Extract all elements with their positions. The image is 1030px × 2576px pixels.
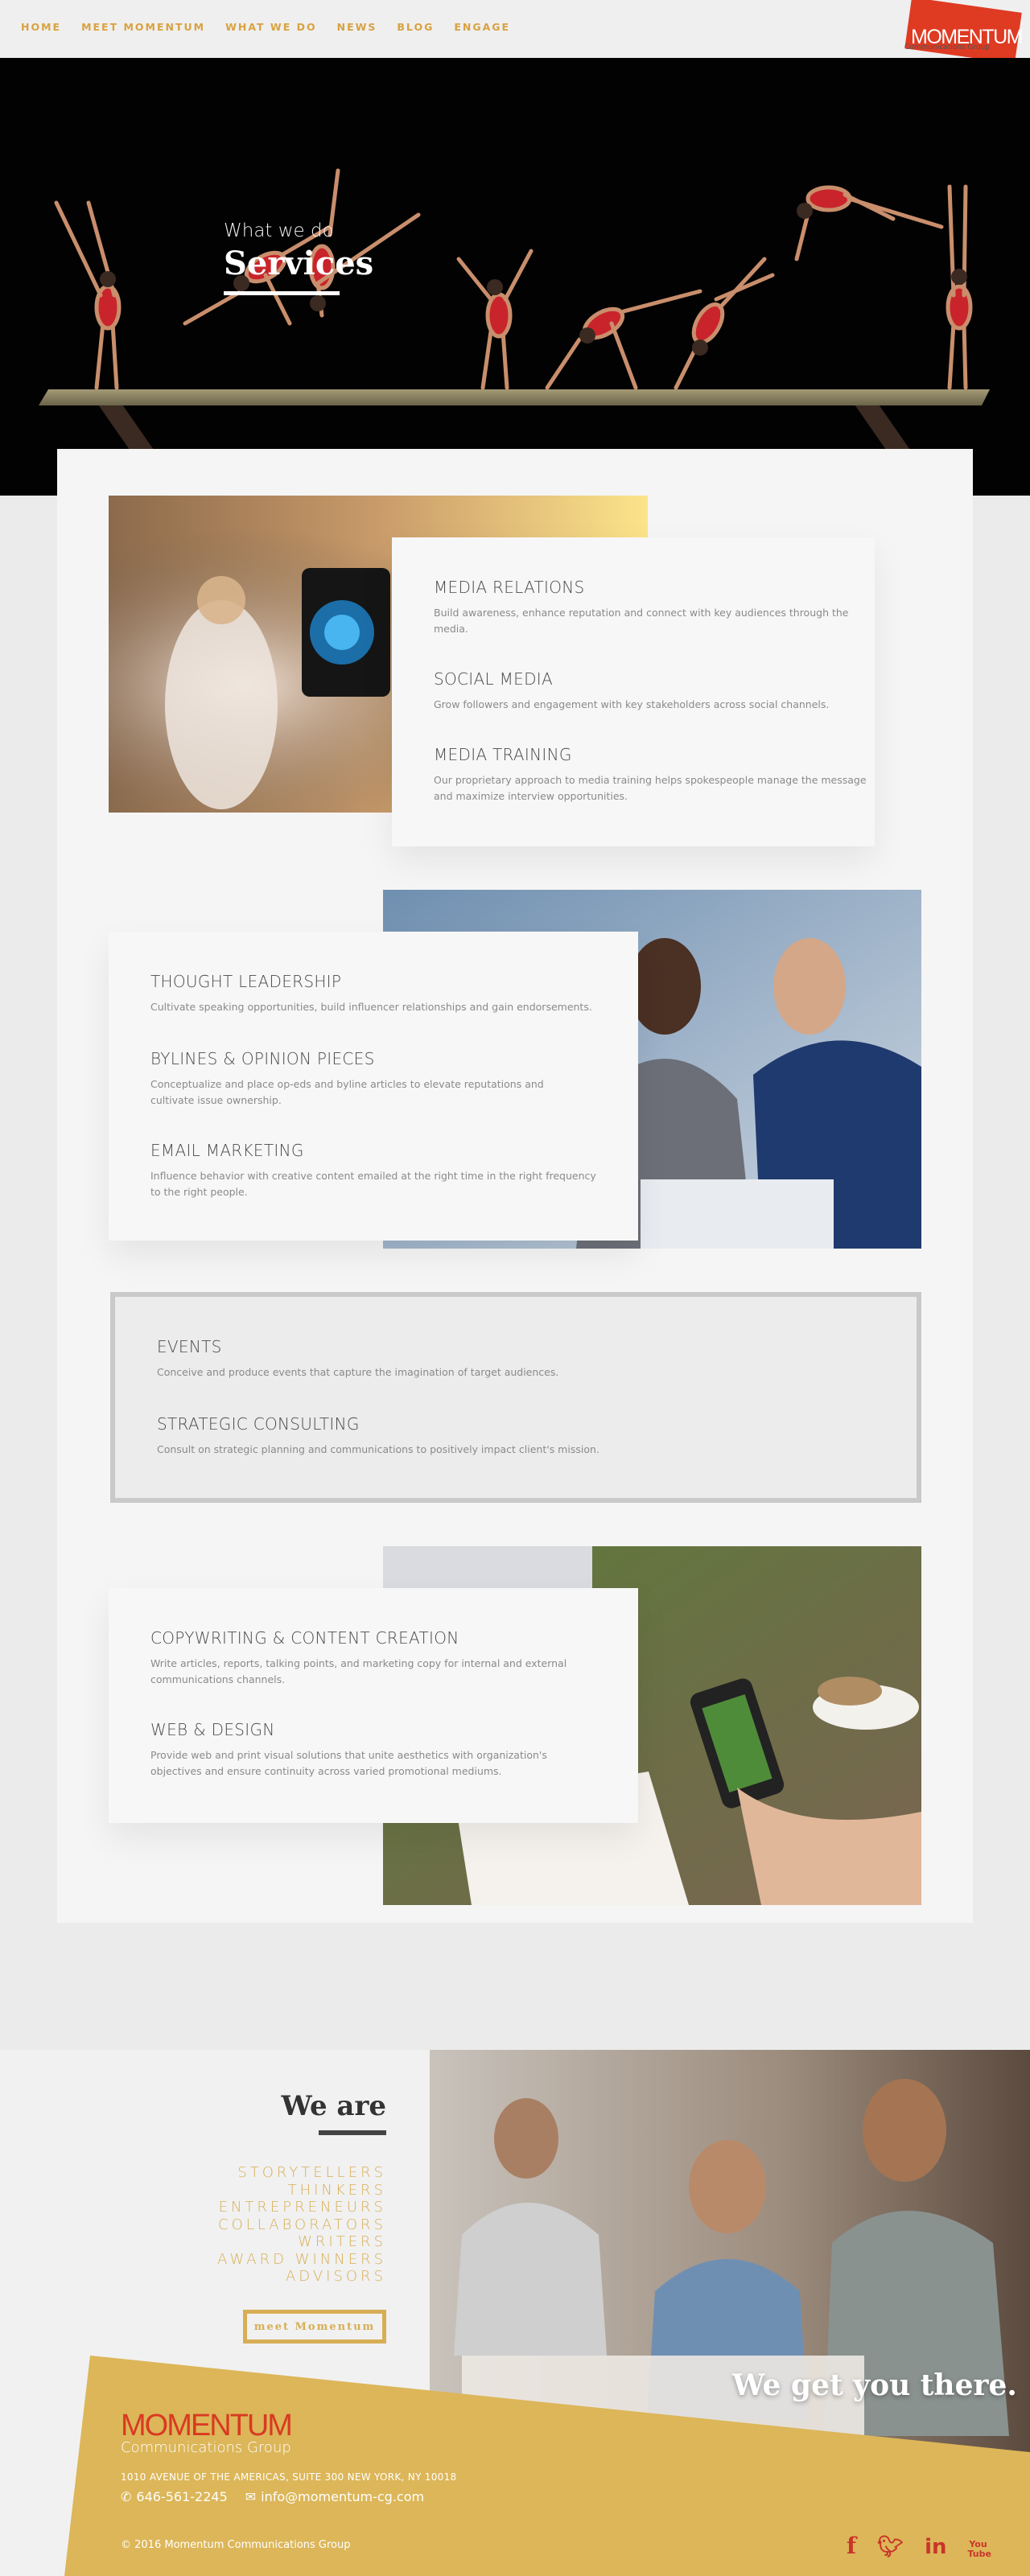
- footer-address: 1010 AVENUE OF THE AMERICAS, SUITE 300 N…: [121, 2471, 457, 2483]
- service-desc: Conceive and produce events that capture…: [157, 1366, 559, 1378]
- services-box-2: THOUGHT LEADERSHIP Cultivate speaking op…: [109, 932, 638, 1241]
- nav-home[interactable]: HOME: [21, 21, 61, 33]
- phone-number: 646-561-2245: [136, 2489, 228, 2504]
- service-desc: Our proprietary approach to media traini…: [434, 774, 867, 802]
- twitter-icon[interactable]: 🐦︎: [877, 2535, 904, 2559]
- nav-blog[interactable]: BLOG: [397, 21, 434, 33]
- service-media-relations: MEDIA RELATIONS Build awareness, enhance…: [434, 578, 868, 637]
- nav-what-we-do[interactable]: WHAT WE DO: [225, 21, 317, 33]
- we-are-item: AWARD WINNERS: [217, 2250, 386, 2268]
- service-desc: Cultivate speaking opportunities, build …: [150, 1001, 592, 1013]
- copyright: © 2016 Momentum Communications Group: [121, 2539, 351, 2551]
- linkedin-icon[interactable]: in: [925, 2535, 946, 2559]
- email-address: info@momentum-cg.com: [261, 2489, 425, 2504]
- phone-icon: ✆: [121, 2489, 132, 2504]
- nav-engage[interactable]: ENGAGE: [454, 21, 510, 33]
- we-are-item: ENTREPRENEURS: [218, 2199, 386, 2216]
- we-are-list: STORYTELLERS THINKERS ENTREPRENEURS COLL…: [161, 2164, 386, 2286]
- service-events: EVENTS Conceive and produce events that …: [157, 1337, 817, 1381]
- email-contact[interactable]: ✉ info@momentum-cg.com: [245, 2489, 424, 2504]
- we-are-item: COLLABORATORS: [218, 2216, 386, 2233]
- service-desc: Provide web and print visual solutions t…: [150, 1749, 547, 1777]
- we-are-item: WRITERS: [298, 2233, 386, 2250]
- service-copywriting: COPYWRITING & CONTENT CREATION Write art…: [150, 1628, 585, 1688]
- service-title: EVENTS: [157, 1337, 222, 1356]
- mail-icon: ✉: [245, 2489, 257, 2504]
- service-desc: Grow followers and engagement with key s…: [434, 698, 830, 710]
- we-are-underline: [319, 2130, 386, 2135]
- we-are-title: We are: [281, 2090, 386, 2122]
- service-email-marketing: EMAIL MARKETING Influence behavior with …: [150, 1141, 601, 1200]
- footer-contact: ✆ 646-561-2245 ✉ info@momentum-cg.com: [121, 2489, 424, 2504]
- meet-momentum-button[interactable]: meet Momentum: [243, 2310, 386, 2344]
- we-are-section: We are STORYTELLERS THINKERS ENTREPRENEU…: [0, 2050, 1030, 2576]
- service-title: BYLINES & OPINION PIECES: [150, 1049, 375, 1068]
- header-logo[interactable]: MOMENTUM Communications Group: [903, 0, 1023, 64]
- we-are-item: THINKERS: [287, 2181, 386, 2199]
- hero-kicker: What we do: [224, 220, 334, 241]
- service-title: SOCIAL MEDIA: [434, 669, 553, 689]
- title-underline: [224, 291, 340, 295]
- top-nav: HOME MEET MOMENTUM WHAT WE DO NEWS BLOG …: [0, 0, 1030, 64]
- service-desc: Build awareness, enhance reputation and …: [434, 607, 849, 635]
- social-links: f 🐦︎ in You Tube: [847, 2533, 991, 2559]
- footer-logo-subtext: Communications Group: [121, 2439, 291, 2456]
- service-web-design: WEB & DESIGN Provide web and print visua…: [150, 1720, 569, 1780]
- tagline: We get you there.: [732, 2368, 1017, 2402]
- service-desc: Write articles, reports, talking points,…: [150, 1657, 567, 1685]
- service-desc: Conceptualize and place op-eds and bylin…: [150, 1078, 544, 1106]
- facebook-icon[interactable]: f: [847, 2533, 856, 2559]
- service-title: EMAIL MARKETING: [150, 1141, 304, 1160]
- service-thought-leadership: THOUGHT LEADERSHIP Cultivate speaking op…: [150, 972, 601, 1015]
- service-title: WEB & DESIGN: [150, 1720, 275, 1739]
- service-social-media: SOCIAL MEDIA Grow followers and engageme…: [434, 669, 868, 713]
- service-title: STRATEGIC CONSULTING: [157, 1414, 360, 1434]
- nav-links: HOME MEET MOMENTUM WHAT WE DO NEWS BLOG …: [21, 21, 510, 33]
- service-title: COPYWRITING & CONTENT CREATION: [150, 1628, 459, 1648]
- services-box-3: EVENTS Conceive and produce events that …: [110, 1292, 921, 1503]
- nav-news[interactable]: NEWS: [337, 21, 377, 33]
- services-box-1: MEDIA RELATIONS Build awareness, enhance…: [392, 537, 875, 846]
- service-desc: Consult on strategic planning and commun…: [157, 1443, 599, 1455]
- service-title: THOUGHT LEADERSHIP: [150, 972, 342, 991]
- nav-meet-momentum[interactable]: MEET MOMENTUM: [81, 21, 205, 33]
- hero-banner: What we do Services: [0, 58, 1030, 496]
- footer-logo[interactable]: MOMENTUM: [121, 2409, 293, 2443]
- service-title: MEDIA TRAINING: [434, 745, 572, 764]
- services-box-4: COPYWRITING & CONTENT CREATION Write art…: [109, 1588, 638, 1823]
- service-desc: Influence behavior with creative content…: [150, 1170, 596, 1198]
- logo-subtext: Communications Group: [904, 43, 990, 51]
- we-are-item: STORYTELLERS: [237, 2164, 386, 2181]
- page-title: Services: [224, 245, 374, 282]
- phone-contact[interactable]: ✆ 646-561-2245: [121, 2489, 228, 2504]
- service-strategic-consulting: STRATEGIC CONSULTING Consult on strategi…: [157, 1414, 817, 1458]
- youtube-icon[interactable]: You Tube: [967, 2540, 991, 2559]
- service-bylines: BYLINES & OPINION PIECES Conceptualize a…: [150, 1049, 569, 1109]
- we-are-item: ADVISORS: [285, 2268, 386, 2285]
- gymnast-sequence-image: [0, 58, 1030, 496]
- service-media-training: MEDIA TRAINING Our proprietary approach …: [434, 745, 868, 804]
- service-title: MEDIA RELATIONS: [434, 578, 585, 597]
